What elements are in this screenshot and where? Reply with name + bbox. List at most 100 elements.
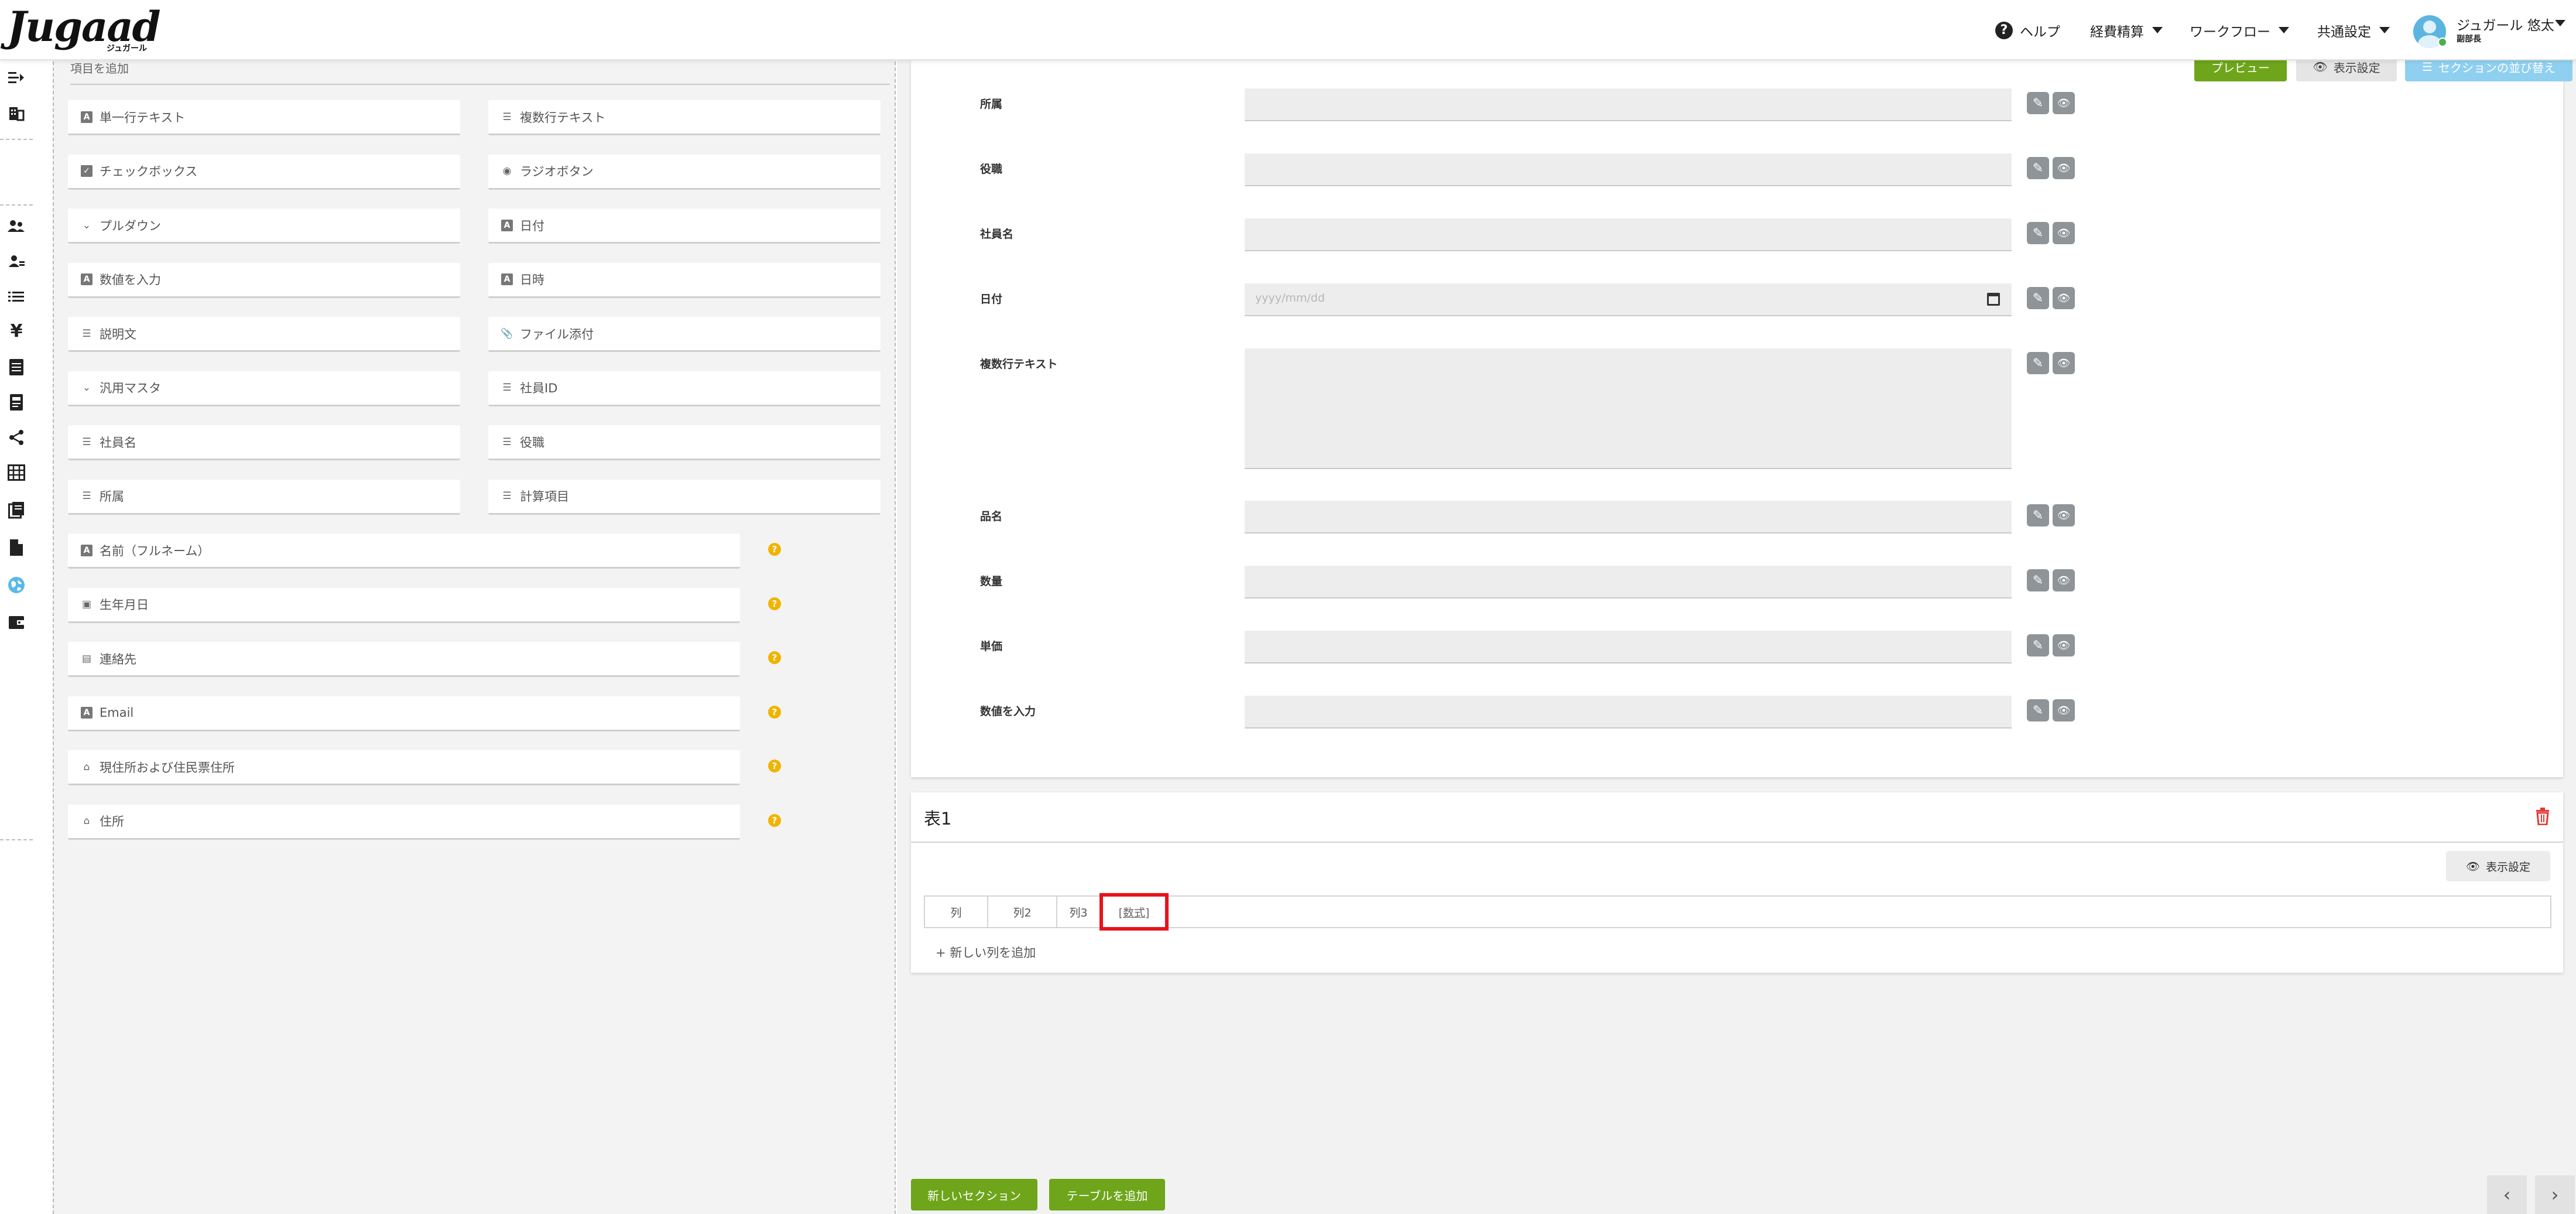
palette-item[interactable]: A 名前（フルネーム）: [68, 534, 740, 569]
field-label: 数量: [980, 575, 1003, 588]
wallet-icon[interactable]: [7, 613, 26, 632]
help-tooltip-icon[interactable]: ?: [768, 813, 781, 827]
eye-icon[interactable]: 👁: [2053, 157, 2075, 179]
new-section-button[interactable]: 新しいセクション: [911, 1179, 1037, 1210]
palette-item[interactable]: A 日付: [488, 208, 881, 244]
caret-down-icon: [2279, 27, 2289, 33]
text-field[interactable]: [1245, 88, 2012, 121]
book-icon[interactable]: [7, 501, 26, 519]
table-icon[interactable]: [7, 463, 26, 482]
palette-item[interactable]: ◉ ラジオボタン: [488, 154, 881, 190]
palette-item[interactable]: ⌂ 住所: [68, 804, 740, 840]
table-display-settings-button[interactable]: 👁 表示設定: [2446, 851, 2550, 881]
globe-icon[interactable]: [7, 576, 26, 594]
help-tooltip-icon[interactable]: ?: [768, 597, 781, 610]
add-column-link[interactable]: + 新しい列を追加: [936, 943, 1036, 961]
share-icon[interactable]: [7, 428, 26, 447]
table-column-1[interactable]: 列: [925, 897, 988, 927]
file-icon[interactable]: [7, 538, 26, 557]
text-field[interactable]: [1245, 218, 2012, 251]
add-table-button[interactable]: テーブルを追加: [1049, 1179, 1165, 1210]
eye-icon[interactable]: 👁: [2053, 699, 2075, 721]
help-tooltip-icon[interactable]: ?: [768, 651, 781, 664]
eye-icon[interactable]: 👁: [2053, 504, 2075, 526]
top-header: Jugaad ジュガール ? ヘルプ 経費精算 ワークフロー 共通設定 ジュガー…: [0, 0, 2576, 60]
calendar-icon[interactable]: [1987, 293, 2000, 306]
edit-icon[interactable]: ✎: [2027, 157, 2049, 179]
table-column-3[interactable]: 列3: [1057, 897, 1099, 927]
text-field[interactable]: [1245, 501, 2012, 534]
textarea-field[interactable]: [1245, 348, 2012, 469]
palette-item[interactable]: ☰ 計算項目: [488, 479, 881, 515]
palette-item[interactable]: ☰ 役職: [488, 425, 881, 460]
user-group-icon[interactable]: [7, 252, 26, 271]
edit-icon[interactable]: ✎: [2027, 352, 2049, 374]
palette-item[interactable]: ☰ 社員ID: [488, 371, 881, 406]
field-label: 社員名: [980, 228, 1014, 241]
document-list-icon[interactable]: [7, 358, 26, 377]
help-tooltip-icon[interactable]: ?: [768, 543, 781, 556]
user-name[interactable]: ジュガール 悠太: [2457, 14, 2554, 34]
common-settings-menu[interactable]: 共通設定: [2317, 0, 2390, 60]
trash-icon[interactable]: [2535, 808, 2550, 825]
palette-item-label: 説明文: [100, 327, 136, 341]
eye-icon[interactable]: 👁: [2053, 634, 2075, 656]
building-icon[interactable]: [7, 104, 26, 122]
text-field[interactable]: [1245, 631, 2012, 664]
date-field[interactable]: yyyy/mm/dd: [1245, 283, 2012, 316]
palette-item[interactable]: ⌄ プルダウン: [68, 208, 460, 244]
palette-item[interactable]: 📎 ファイル添付: [488, 317, 881, 352]
edit-icon[interactable]: ✎: [2027, 699, 2049, 721]
logo[interactable]: Jugaad ジュガール: [7, 4, 161, 56]
eye-icon[interactable]: 👁: [2053, 569, 2075, 591]
next-page-icon[interactable]: ›: [2535, 1175, 2575, 1214]
palette-item[interactable]: A 日時: [488, 262, 881, 298]
palette-item[interactable]: ☰ 社員名: [68, 425, 460, 460]
palette-item-label: 日時: [520, 273, 544, 287]
formula-link[interactable]: [数式]: [1099, 893, 1169, 931]
palette-item[interactable]: ☰ 所属: [68, 479, 460, 515]
palette-item[interactable]: A Email: [68, 696, 740, 731]
palette-item[interactable]: ☰ 説明文: [68, 317, 460, 352]
edit-icon[interactable]: ✎: [2027, 634, 2049, 656]
edit-icon[interactable]: ✎: [2027, 287, 2049, 309]
users-icon[interactable]: [7, 217, 26, 236]
palette-item[interactable]: ☰ 複数行テキスト: [488, 100, 881, 135]
workflow-menu[interactable]: ワークフロー: [2190, 0, 2289, 60]
palette-item[interactable]: A 数値を入力: [68, 262, 460, 298]
help-tooltip-icon[interactable]: ?: [768, 705, 781, 719]
palette-item[interactable]: ⌄ 汎用マスタ: [68, 371, 460, 406]
table-column-2[interactable]: 列2: [988, 897, 1057, 927]
table-title[interactable]: 表1: [924, 805, 951, 830]
user-role: 副部長: [2457, 35, 2481, 44]
eye-icon[interactable]: 👁: [2053, 352, 2075, 374]
text-field[interactable]: [1245, 566, 2012, 599]
edit-icon[interactable]: ✎: [2027, 92, 2049, 114]
eye-icon[interactable]: 👁: [2053, 287, 2075, 309]
add-column-label: 新しい列を追加: [950, 946, 1036, 960]
edit-icon[interactable]: ✎: [2027, 569, 2049, 591]
receipt-icon[interactable]: [7, 393, 26, 412]
edit-icon[interactable]: ✎: [2027, 504, 2049, 526]
help-menu[interactable]: ? ヘルプ: [1995, 0, 2060, 60]
palette-item[interactable]: ▣ 生年月日: [68, 587, 740, 623]
collapse-icon[interactable]: [7, 69, 26, 87]
edit-icon[interactable]: ✎: [2027, 222, 2049, 244]
eye-icon[interactable]: 👁: [2053, 222, 2075, 244]
text-field[interactable]: [1245, 696, 2012, 729]
palette-item[interactable]: ✓ チェックボックス: [68, 154, 460, 190]
form-section: プレビュー 👁 表示設定 ☰ セクションの並び替え 所属 ✎ 👁 役職 ✎ 👁 社員名 ✎ 👁 日付 y…: [911, 52, 2572, 777]
expense-menu[interactable]: 経費精算: [2090, 0, 2163, 60]
reorder-icon: ☰: [2422, 60, 2433, 74]
list-icon[interactable]: [7, 288, 26, 306]
palette-item[interactable]: ⌂ 現住所および住民票住所: [68, 750, 740, 785]
user-menu-caret-icon[interactable]: [2555, 20, 2565, 26]
eye-icon[interactable]: 👁: [2053, 92, 2075, 114]
palette-item[interactable]: A 単一行テキスト: [68, 100, 460, 135]
previous-page-icon[interactable]: ‹: [2487, 1175, 2527, 1214]
palette-item[interactable]: ▤ 連絡先: [68, 642, 740, 677]
help-tooltip-icon[interactable]: ?: [768, 760, 781, 772]
caret-down-icon: [2152, 27, 2163, 33]
text-field[interactable]: [1245, 153, 2012, 186]
yen-icon[interactable]: ¥: [7, 321, 26, 341]
